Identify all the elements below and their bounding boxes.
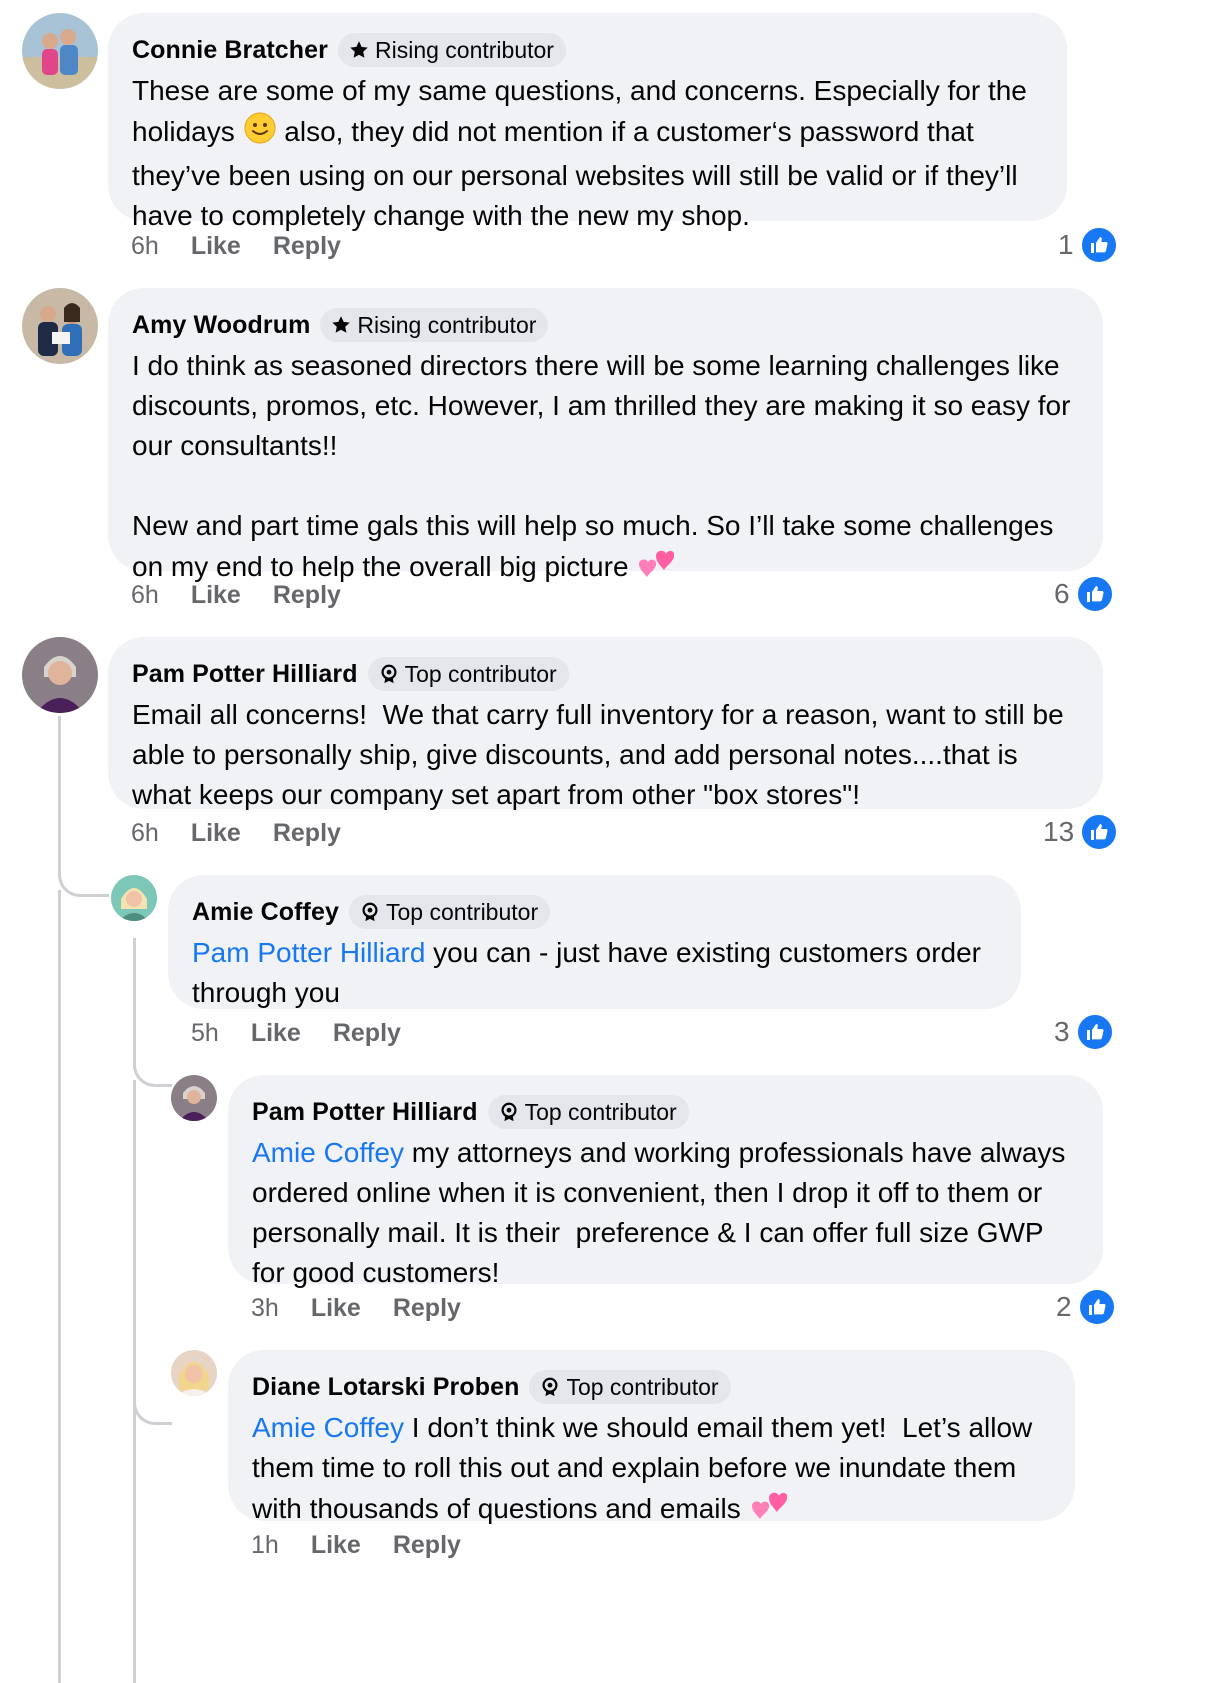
- badge-label: Top contributor: [404, 660, 557, 687]
- comment-bubble: Connie Bratcher Rising contributor These…: [108, 13, 1067, 231]
- contributor-badge[interactable]: Rising contributor: [320, 308, 549, 342]
- thread-line: [133, 938, 136, 1068]
- reaction-count[interactable]: 6: [1054, 575, 1114, 613]
- comment-bubble: Amy Woodrum Rising contributor I do thin…: [108, 288, 1103, 582]
- thumbs-up-icon: [1075, 1013, 1114, 1051]
- mention-link[interactable]: Amie Coffey: [252, 1137, 404, 1168]
- like-button[interactable]: Like: [311, 1531, 361, 1560]
- badge-label: Rising contributor: [357, 311, 537, 338]
- comment-text: Pam Potter Hilliard you can - just have …: [192, 937, 989, 1008]
- comment-bubble: Pam Potter Hilliard Top contributor Emai…: [108, 637, 1103, 810]
- reaction-count[interactable]: 3: [1054, 1013, 1114, 1051]
- comment-text: I do think as seasoned directors there w…: [132, 346, 1079, 591]
- award-icon: [542, 1377, 558, 1397]
- like-count: 6: [1054, 578, 1070, 609]
- comment-actions: 6h Like Reply: [131, 578, 373, 612]
- badge-label: Top contributor: [524, 1098, 677, 1125]
- badge-label: Rising contributor: [374, 36, 554, 63]
- timestamp[interactable]: 3h: [251, 1294, 279, 1323]
- comment-text: Amie Coffey I don’t think we should emai…: [252, 1408, 1051, 1533]
- author-name[interactable]: Diane Lotarski Proben: [252, 1373, 519, 1402]
- thumbs-up-icon: [1075, 575, 1114, 613]
- comment-actions: 6h Like Reply: [131, 229, 373, 263]
- thread-line: [58, 716, 61, 866]
- author-name[interactable]: Connie Bratcher: [132, 36, 328, 65]
- comment-actions: 5h Like Reply: [191, 1016, 433, 1050]
- like-count: 3: [1054, 1016, 1070, 1047]
- author-name[interactable]: Amy Woodrum: [132, 311, 310, 340]
- badge-label: Top contributor: [385, 898, 539, 925]
- author-name[interactable]: Amie Coffey: [192, 898, 339, 927]
- timestamp[interactable]: 6h: [131, 232, 159, 261]
- award-icon: [362, 902, 378, 922]
- mention-link[interactable]: Pam Potter Hilliard: [192, 937, 425, 968]
- timestamp[interactable]: 1h: [251, 1531, 279, 1560]
- reaction-count[interactable]: 2: [1056, 1288, 1116, 1326]
- award-icon: [381, 664, 397, 684]
- avatar[interactable]: [22, 13, 98, 89]
- reply-button[interactable]: Reply: [273, 232, 341, 261]
- avatar[interactable]: [171, 1350, 217, 1396]
- contributor-badge[interactable]: Rising contributor: [337, 33, 566, 67]
- contributor-badge[interactable]: Top contributor: [487, 1095, 689, 1129]
- thread-connector: [133, 1400, 172, 1425]
- reaction-count[interactable]: 1: [1058, 226, 1118, 264]
- comment-actions: 3h Like Reply: [251, 1291, 493, 1325]
- avatar[interactable]: [111, 875, 157, 921]
- author-name[interactable]: Pam Potter Hilliard: [252, 1098, 478, 1127]
- thread-line: [58, 890, 61, 1683]
- reply-button[interactable]: Reply: [333, 1019, 401, 1048]
- star-icon: [350, 41, 368, 58]
- like-count: 13: [1043, 816, 1075, 847]
- reaction-count[interactable]: 13: [1043, 813, 1119, 851]
- thread-connector: [58, 860, 109, 897]
- thumbs-up-icon: [1080, 813, 1119, 851]
- comment-actions: 6h Like Reply: [131, 816, 373, 850]
- thumbs-up-icon: [1077, 1288, 1116, 1326]
- like-button[interactable]: Like: [191, 581, 241, 610]
- comment-bubble: Amie Coffey Top contributor Pam Potter H…: [168, 875, 1021, 1009]
- thumbs-up-icon: [1079, 226, 1118, 264]
- award-icon: [501, 1102, 517, 1122]
- mention-link[interactable]: Amie Coffey: [252, 1412, 404, 1443]
- reply-button[interactable]: Reply: [393, 1531, 461, 1560]
- avatar[interactable]: [171, 1075, 217, 1121]
- thread-connector: [133, 1060, 172, 1087]
- like-count: 1: [1058, 229, 1074, 260]
- star-icon: [332, 316, 351, 333]
- comment-text: Amie Coffey my attorneys and working pro…: [252, 1137, 1074, 1288]
- contributor-badge[interactable]: Top contributor: [348, 895, 551, 929]
- reply-button[interactable]: Reply: [393, 1294, 461, 1323]
- badge-label: Top contributor: [566, 1373, 719, 1400]
- avatar[interactable]: [22, 637, 98, 713]
- timestamp[interactable]: 6h: [131, 819, 159, 848]
- comment-text: Email all concerns! We that carry full i…: [132, 699, 1072, 810]
- comment-bubble: Pam Potter Hilliard Top contributor Amie…: [228, 1075, 1103, 1288]
- avatar[interactable]: [22, 288, 98, 364]
- contributor-badge[interactable]: Top contributor: [367, 657, 569, 691]
- contributor-badge[interactable]: Top contributor: [529, 1370, 731, 1404]
- like-button[interactable]: Like: [311, 1294, 361, 1323]
- author-name[interactable]: Pam Potter Hilliard: [132, 660, 358, 689]
- reply-button[interactable]: Reply: [273, 819, 341, 848]
- like-button[interactable]: Like: [251, 1019, 301, 1048]
- comment-bubble: Diane Lotarski Proben Top contributor Am…: [228, 1350, 1075, 1524]
- slight-smile-emoji-icon: [243, 111, 277, 156]
- like-button[interactable]: Like: [191, 232, 241, 261]
- thread-line: [133, 1080, 136, 1683]
- timestamp[interactable]: 5h: [191, 1019, 219, 1048]
- reply-button[interactable]: Reply: [273, 581, 341, 610]
- two-hearts-emoji-icon: [749, 1488, 787, 1533]
- like-button[interactable]: Like: [191, 819, 241, 848]
- comment-actions: 1h Like Reply: [251, 1528, 493, 1562]
- comment-text: These are some of my same questions, and…: [132, 75, 1035, 231]
- two-hearts-emoji-icon: [636, 546, 675, 591]
- timestamp[interactable]: 6h: [131, 581, 159, 610]
- like-count: 2: [1056, 1291, 1072, 1322]
